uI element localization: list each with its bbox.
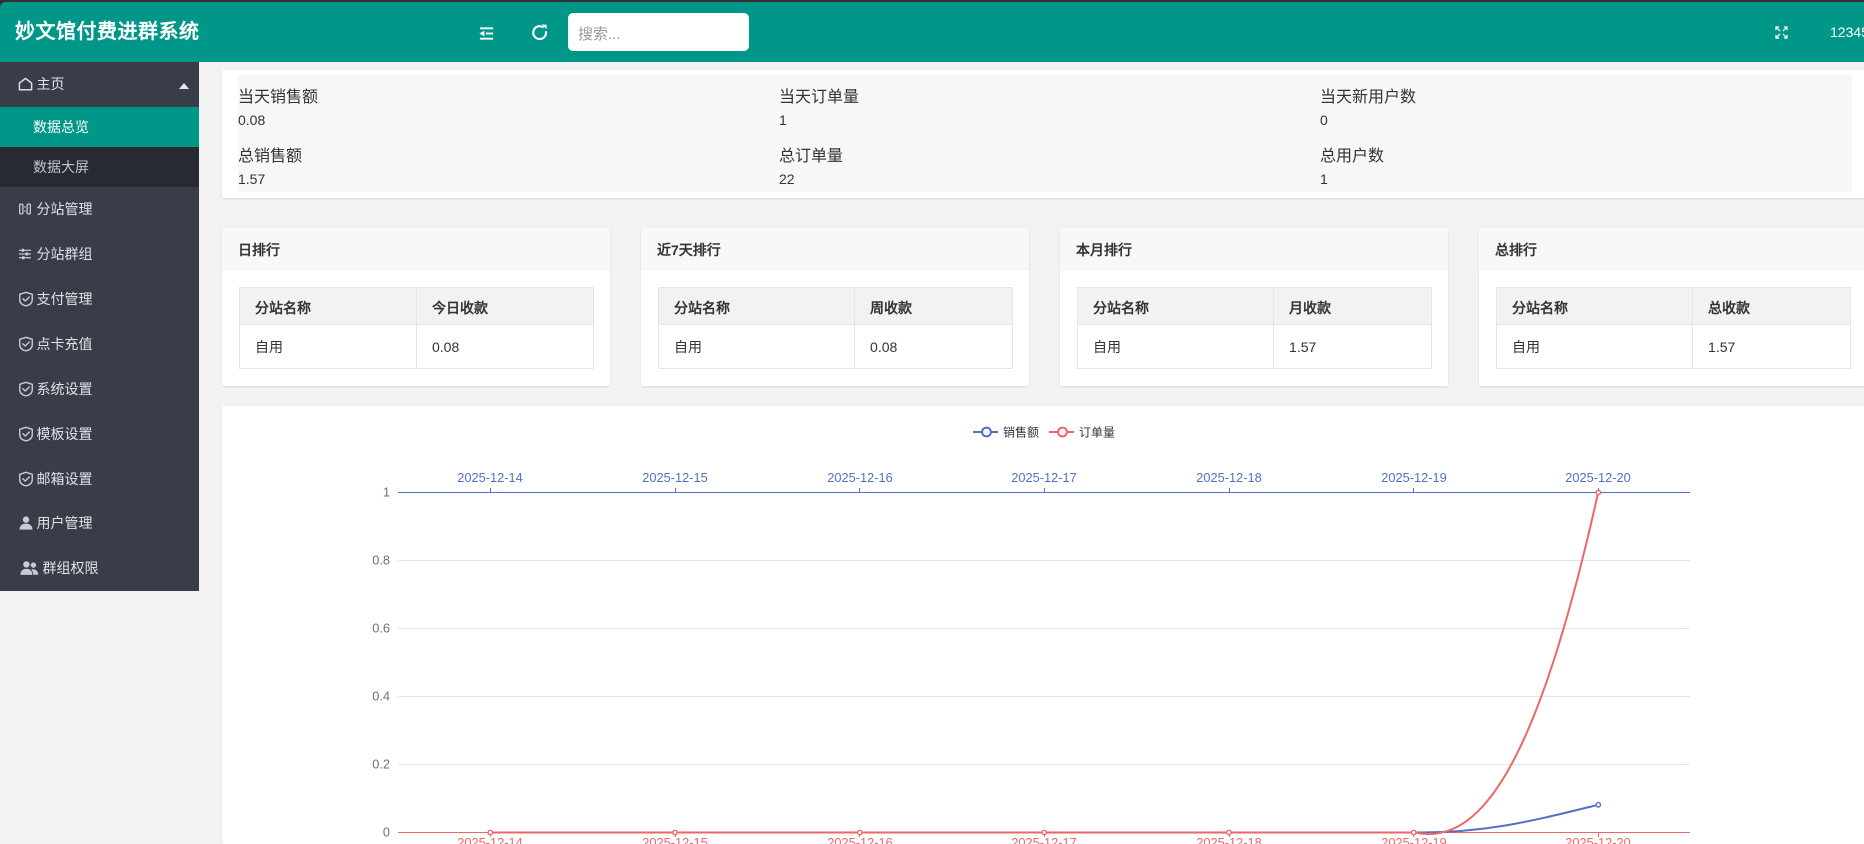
svg-text:1: 1 [383,485,390,500]
svg-text:2025-12-15: 2025-12-15 [642,470,707,485]
svg-text:2025-12-19: 2025-12-19 [1381,470,1446,485]
svg-text:2025-12-16: 2025-12-16 [827,470,892,485]
svg-text:0.4: 0.4 [372,689,390,704]
svg-text:2025-12-19: 2025-12-19 [1381,835,1446,844]
svg-text:2025-12-17: 2025-12-17 [1011,835,1076,844]
svg-text:0.6: 0.6 [372,621,390,636]
svg-text:2025-12-15: 2025-12-15 [642,835,707,844]
svg-text:0.2: 0.2 [372,757,390,772]
svg-text:0.8: 0.8 [372,553,390,568]
svg-text:订单量: 订单量 [1079,426,1115,440]
svg-text:2025-12-20: 2025-12-20 [1565,470,1630,485]
svg-text:2025-12-20: 2025-12-20 [1565,835,1630,844]
svg-text:销售额: 销售额 [1003,425,1039,440]
svg-text:2025-12-18: 2025-12-18 [1196,470,1261,485]
svg-text:2025-12-16: 2025-12-16 [827,835,892,844]
svg-text:2025-12-14: 2025-12-14 [457,470,522,485]
svg-text:0: 0 [383,825,390,840]
svg-text:2025-12-18: 2025-12-18 [1196,835,1261,844]
svg-text:2025-12-14: 2025-12-14 [457,835,522,844]
svg-text:2025-12-17: 2025-12-17 [1011,470,1076,485]
